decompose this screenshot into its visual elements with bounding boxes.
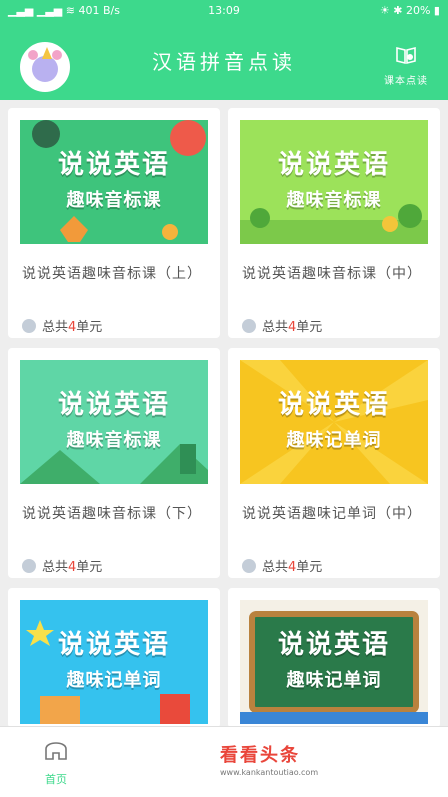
course-card[interactable]: 说说英语 趣味音标课 说说英语趣味音标课（中） 总共4单元 bbox=[228, 108, 440, 338]
unit-count: 总共4单元 bbox=[22, 316, 102, 335]
banner-background bbox=[240, 600, 428, 724]
banner-title: 说说英语 bbox=[57, 150, 170, 180]
banner-subtitle: 趣味记单词 bbox=[66, 670, 162, 691]
banner-title: 说说英语 bbox=[277, 630, 390, 660]
banner-title: 说说英语 bbox=[277, 150, 390, 180]
textbook-reading-label: 课本点读 bbox=[384, 76, 428, 87]
course-card[interactable]: 说说英语 趣味记单词 说说英语趣味记单词（中） 总共4单元 bbox=[228, 348, 440, 578]
banner-subtitle: 趣味音标课 bbox=[286, 190, 382, 211]
watermark: 看看头条 www.kankantoutiao.com bbox=[220, 741, 360, 777]
banner-title: 说说英语 bbox=[57, 630, 170, 660]
nav-home-label: 首页 bbox=[45, 773, 67, 786]
course-banner: 说说英语 趣味音标课 bbox=[240, 120, 428, 244]
banner-subtitle: 趣味记单词 bbox=[286, 430, 382, 451]
banner-background bbox=[20, 600, 208, 724]
course-banner: 说说英语 趣味音标课 bbox=[20, 360, 208, 484]
banner-subtitle: 趣味音标课 bbox=[66, 430, 162, 451]
course-banner: 说说英语 趣味音标课 bbox=[20, 120, 208, 244]
units-icon bbox=[22, 559, 36, 573]
course-card[interactable]: 说说英语 趣味音标课 说说英语趣味音标课（上） 总共4单元 bbox=[8, 108, 220, 338]
watermark-text: 看看头条 bbox=[220, 745, 300, 766]
course-name: 说说英语趣味音标课（上） bbox=[22, 266, 202, 282]
banner-background bbox=[20, 120, 208, 244]
units-icon bbox=[242, 319, 256, 333]
course-name: 说说英语趣味音标课（中） bbox=[242, 266, 422, 282]
banner-title: 说说英语 bbox=[277, 390, 390, 420]
banner-subtitle: 趣味音标课 bbox=[66, 190, 162, 211]
course-card[interactable]: 说说英语 趣味记单词 bbox=[228, 588, 440, 728]
course-banner: 说说英语 趣味记单词 bbox=[240, 600, 428, 724]
course-name: 说说英语趣味音标课（下） bbox=[22, 506, 202, 522]
course-banner: 说说英语 趣味记单词 bbox=[20, 600, 208, 724]
course-banner: 说说英语 趣味记单词 bbox=[240, 360, 428, 484]
course-card[interactable]: 说说英语 趣味记单词 bbox=[8, 588, 220, 728]
units-icon bbox=[22, 319, 36, 333]
bottom-nav: 首页 看看头条 www.kankantoutiao.com bbox=[0, 726, 448, 797]
banner-background bbox=[240, 120, 428, 244]
unit-count: 总共4单元 bbox=[242, 556, 322, 575]
unit-count: 总共4单元 bbox=[242, 316, 322, 335]
home-icon bbox=[45, 742, 67, 760]
status-bar: ▁▃▅ ▁▃▅ ≋ 401 B/s 13:09 ☀ ✱ 20% ▮ bbox=[0, 0, 448, 22]
battery-indicator: ☀ ✱ 20% ▮ bbox=[379, 4, 440, 17]
nav-home[interactable]: 首页 bbox=[36, 735, 76, 787]
banner-title: 说说英语 bbox=[57, 390, 170, 420]
banner-subtitle: 趣味记单词 bbox=[286, 670, 382, 691]
units-icon bbox=[242, 559, 256, 573]
course-name: 说说英语趣味记单词（中） bbox=[242, 506, 422, 522]
banner-background bbox=[240, 360, 428, 484]
watermark-url: www.kankantoutiao.com bbox=[220, 768, 319, 777]
textbook-reading-button[interactable]: 课本点读 bbox=[378, 44, 434, 87]
app-header: 汉语拼音点读 课本点读 bbox=[0, 22, 448, 100]
book-hand-icon bbox=[396, 46, 416, 65]
unit-count: 总共4单元 bbox=[22, 556, 102, 575]
course-card[interactable]: 说说英语 趣味音标课 说说英语趣味音标课（下） 总共4单元 bbox=[8, 348, 220, 578]
banner-background bbox=[20, 360, 208, 484]
